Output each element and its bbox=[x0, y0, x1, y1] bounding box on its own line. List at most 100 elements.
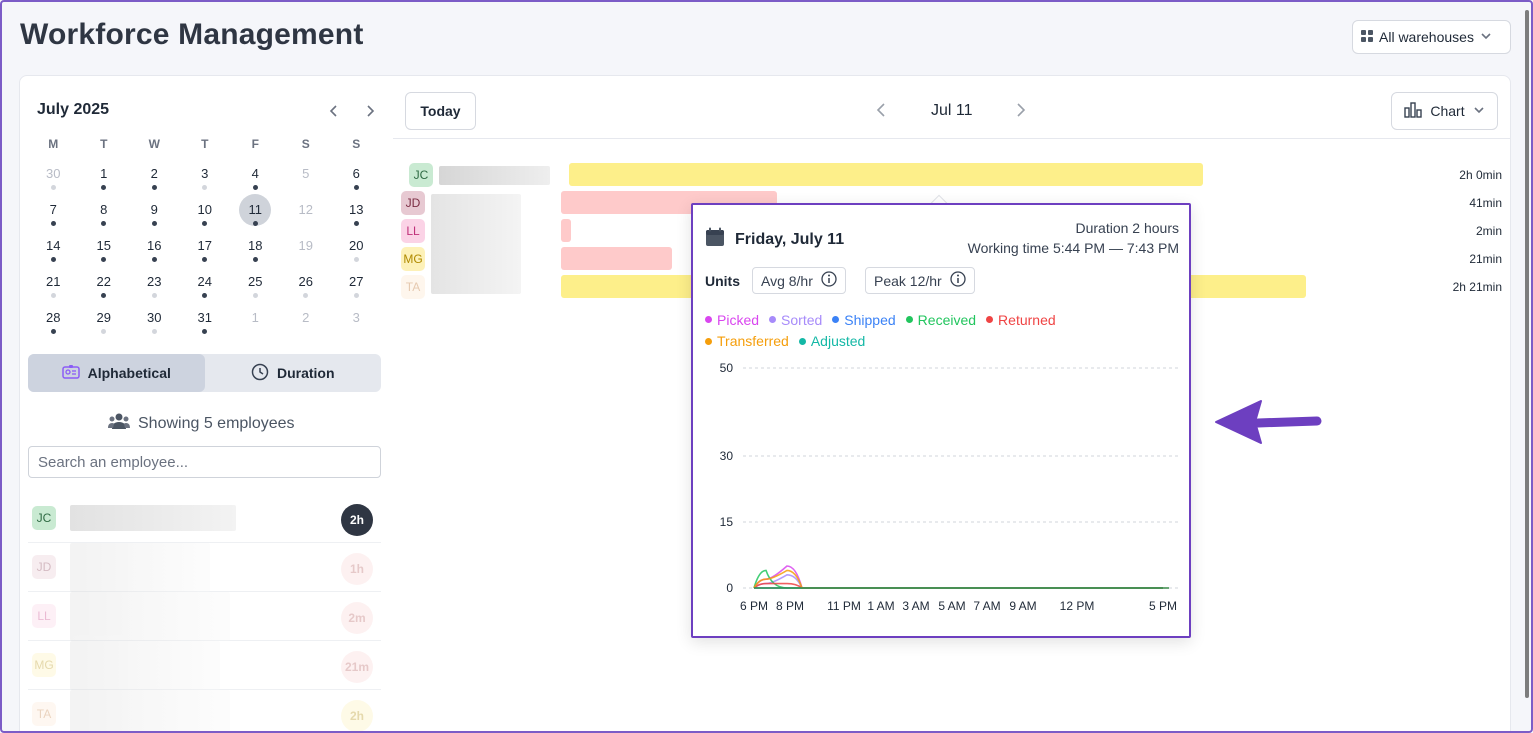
x-tick-label: 9 AM bbox=[1009, 599, 1036, 613]
calendar-day[interactable]: 2 bbox=[281, 305, 332, 341]
info-icon[interactable] bbox=[821, 271, 837, 290]
employee-duration-badge: 2m bbox=[341, 602, 373, 634]
chart-legend: Picked Sorted Shipped Received Returned Trans… bbox=[705, 308, 1105, 351]
calendar-weekday: W bbox=[148, 137, 160, 151]
calendar-weekday: M bbox=[48, 137, 59, 151]
timeline-shift-bar[interactable] bbox=[569, 163, 1203, 186]
legend-item[interactable]: Shipped bbox=[832, 310, 896, 330]
calendar-day[interactable]: 27 bbox=[331, 269, 382, 305]
calendar-day[interactable]: 23 bbox=[129, 269, 180, 305]
legend-item[interactable]: Sorted bbox=[769, 310, 822, 330]
activity-dot bbox=[353, 185, 359, 190]
toolbar-divider bbox=[393, 138, 1510, 139]
calendar-day[interactable]: 21 bbox=[28, 269, 79, 305]
employee-row-content: MG 21m bbox=[28, 641, 381, 690]
calendar-day-number: 23 bbox=[147, 274, 162, 289]
calendar-day[interactable]: 14 bbox=[28, 233, 79, 269]
calendar-day-number: 1 bbox=[100, 166, 108, 181]
info-icon[interactable] bbox=[950, 271, 966, 290]
calendar-day[interactable]: 15 bbox=[79, 233, 130, 269]
calendar-day[interactable]: 8 bbox=[79, 197, 130, 233]
calendar-day-number: 22 bbox=[96, 274, 111, 289]
calendar-day[interactable]: 13 bbox=[331, 197, 382, 233]
calendar-day[interactable]: 20 bbox=[331, 233, 382, 269]
calendar-day[interactable]: 9 bbox=[129, 197, 180, 233]
activity-dot bbox=[50, 185, 56, 190]
calendar-day[interactable]: 18 bbox=[230, 233, 281, 269]
tooltip-duration-label: Duration 2 hours bbox=[1075, 220, 1179, 236]
calendar-day[interactable]: 10 bbox=[180, 197, 231, 233]
employee-list-item[interactable]: JD 1h bbox=[28, 543, 381, 592]
employee-search-input[interactable] bbox=[28, 446, 381, 478]
calendar-day[interactable]: 22 bbox=[79, 269, 130, 305]
legend-item[interactable]: Picked bbox=[705, 310, 759, 330]
calendar-day[interactable]: 3 bbox=[331, 305, 382, 341]
calendar-day-number: 9 bbox=[150, 202, 158, 217]
calendar-week-row: 14 15 16 17 18 19 20 bbox=[28, 233, 382, 269]
x-tick-label: 3 AM bbox=[902, 599, 929, 613]
timeline-duration: 2min bbox=[1475, 224, 1502, 238]
sort-duration-button[interactable]: Duration bbox=[205, 354, 382, 392]
timeline-shift-bar[interactable] bbox=[561, 247, 672, 270]
calendar-day[interactable]: 5 bbox=[281, 161, 332, 197]
calendar-day[interactable]: 3 bbox=[180, 161, 231, 197]
legend-item[interactable]: Received bbox=[905, 310, 977, 330]
legend-swatch bbox=[905, 316, 913, 323]
calendar-day-number: 27 bbox=[349, 274, 364, 289]
calendar-day[interactable]: 25 bbox=[230, 269, 281, 305]
activity-dot bbox=[353, 257, 359, 262]
avg-rate-label: Avg 8/hr bbox=[761, 272, 813, 289]
calendar-day-number: 1 bbox=[251, 310, 259, 325]
employee-row-content: LL 2m bbox=[28, 592, 381, 641]
series-line bbox=[753, 573, 1163, 589]
grid-icon bbox=[1361, 29, 1373, 45]
calendar-day[interactable]: 26 bbox=[281, 269, 332, 305]
employee-list-item[interactable]: MG 21m bbox=[28, 641, 381, 690]
today-button[interactable]: Today bbox=[405, 92, 476, 130]
legend-item[interactable]: Returned bbox=[986, 310, 1056, 330]
calendar-day[interactable]: 6 bbox=[331, 161, 382, 197]
legend-item[interactable]: Transferred bbox=[705, 331, 789, 351]
employee-list-item[interactable]: LL 2m bbox=[28, 592, 381, 641]
employee-count: Showing 5 employees bbox=[108, 412, 295, 435]
sort-alphabetical-button[interactable]: Alphabetical bbox=[28, 354, 205, 392]
day-tooltip: Friday, July 11 Duration 2 hours Working… bbox=[691, 203, 1191, 638]
date-next-icon[interactable] bbox=[1014, 98, 1028, 128]
series-line bbox=[753, 569, 1163, 589]
date-prev-icon[interactable] bbox=[874, 98, 888, 128]
view-select-button[interactable]: Chart bbox=[1391, 92, 1498, 130]
calendar-day[interactable]: 28 bbox=[28, 305, 79, 341]
calendar-day[interactable]: 24 bbox=[180, 269, 231, 305]
calendar-prev-icon[interactable] bbox=[327, 101, 339, 126]
calendar-day[interactable]: 2 bbox=[129, 161, 180, 197]
calendar-day[interactable]: 7 bbox=[28, 197, 79, 233]
calendar-day[interactable]: 16 bbox=[129, 233, 180, 269]
calendar-day-number: 7 bbox=[49, 202, 57, 217]
calendar-day[interactable]: 1 bbox=[79, 161, 130, 197]
calendar-day[interactable]: 1 bbox=[230, 305, 281, 341]
legend-label: Received bbox=[917, 311, 977, 328]
legend-label: Picked bbox=[717, 311, 760, 328]
calendar-day[interactable]: 17 bbox=[180, 233, 231, 269]
calendar-day-number: 30 bbox=[46, 166, 61, 181]
legend-label: Transferred bbox=[717, 333, 789, 349]
calendar-day[interactable]: 30 bbox=[129, 305, 180, 341]
calendar-day[interactable]: 29 bbox=[79, 305, 130, 341]
legend-item[interactable]: Adjusted bbox=[798, 331, 865, 351]
calendar-day-selected[interactable]: 11 bbox=[230, 194, 281, 233]
timeline-duration: 41min bbox=[1469, 196, 1502, 210]
calendar-day[interactable]: 30 bbox=[28, 161, 79, 197]
calendar-next-icon[interactable] bbox=[365, 101, 377, 126]
activity-dot bbox=[101, 221, 107, 226]
calendar-day[interactable]: 19 bbox=[281, 233, 332, 269]
employee-list-item[interactable]: JC 2h bbox=[28, 494, 381, 543]
calendar-day[interactable]: 4 bbox=[230, 161, 281, 197]
calendar-day[interactable]: 31 bbox=[180, 305, 231, 341]
warehouse-select[interactable]: All warehouses bbox=[1352, 20, 1511, 54]
employee-list-item[interactable]: TA 2h bbox=[28, 690, 381, 733]
scrollbar[interactable] bbox=[1525, 10, 1529, 698]
y-tick-label: 0 bbox=[726, 581, 733, 595]
timeline-shift-bar[interactable] bbox=[561, 219, 571, 242]
calendar-day-number: 29 bbox=[96, 310, 111, 325]
calendar-day[interactable]: 12 bbox=[281, 197, 332, 233]
